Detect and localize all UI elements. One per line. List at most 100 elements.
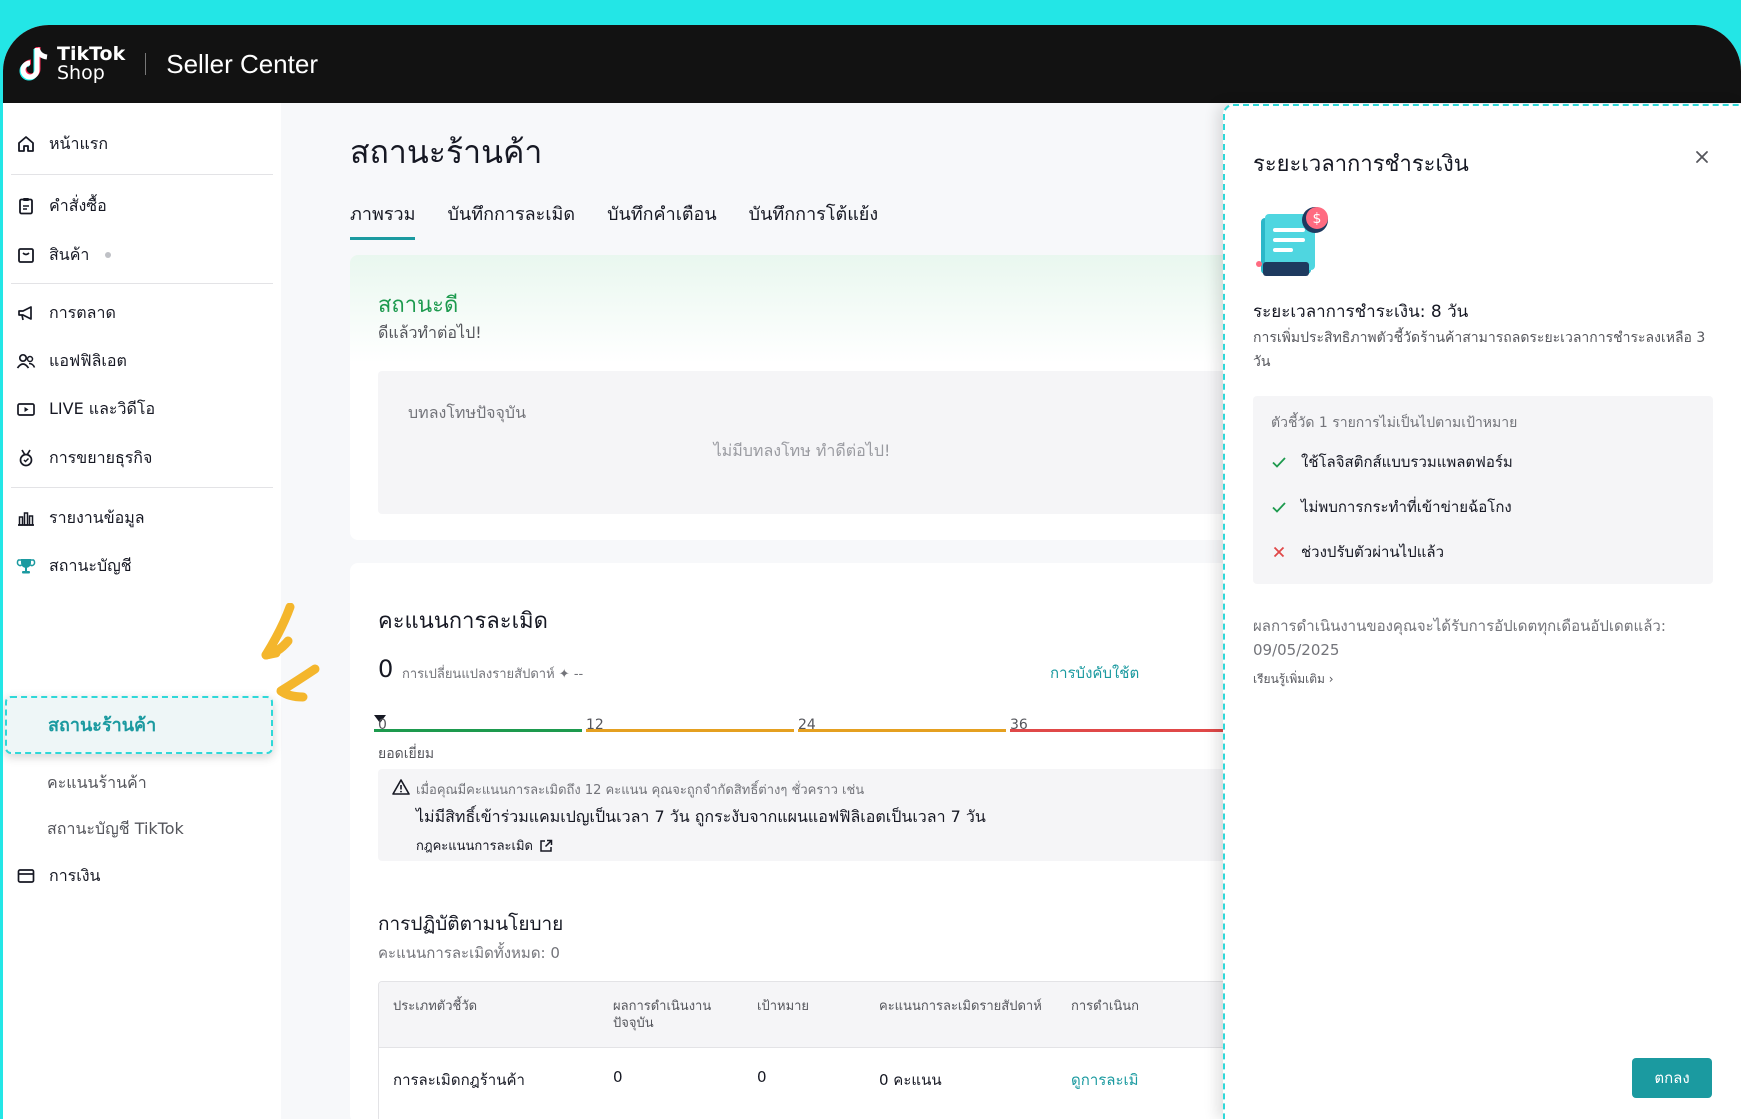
enforcement-link[interactable]: การบังคับใช้ต	[1050, 661, 1139, 685]
bar-chart-icon	[15, 507, 37, 529]
sidebar-item-label: สินค้า	[49, 244, 90, 264]
checklist-item-label: ใช้โลจิสติกส์แบบรวมแพลตฟอร์ม	[1301, 453, 1513, 471]
sidebar-divider	[11, 283, 273, 284]
penalty-empty-message: ไม่มีบทลงโทษ ทำดีต่อไป!	[713, 441, 891, 460]
wallet-icon	[15, 865, 37, 887]
sidebar-item-account-status[interactable]: สถานะบัญชี	[15, 551, 132, 581]
external-link-icon	[540, 839, 553, 852]
sidebar-divider	[11, 487, 273, 488]
status-subtitle: ดีแล้วทำต่อไป!	[378, 323, 482, 342]
learn-more-link[interactable]: เรียนรู้เพิ่มเติม ›	[1253, 670, 1334, 689]
sidebar-item-label: การตลาด	[49, 302, 116, 322]
tick-label: 36	[1010, 717, 1028, 733]
checklist-item: ใช้โลจิสติกส์แบบรวมแพลตฟอร์ม	[1271, 450, 1513, 474]
warning-penalty-text: ไม่มีสิทธิ์เข้าร่วมแคมเปญเป็นเวลา 7 วัน …	[416, 807, 986, 826]
trophy-icon	[15, 555, 37, 577]
sidebar-item-home[interactable]: หน้าแรก	[15, 129, 108, 159]
sidebar-item-orders[interactable]: คำสั่งซื้อ	[15, 191, 107, 221]
check-icon	[1272, 502, 1286, 513]
sidebar-item-label: สถานะบัญชี	[49, 555, 132, 575]
box-icon	[15, 244, 37, 266]
violation-warning-box: เมื่อคุณมีคะแนนการละเมิดถึง 12 คะแนน คุณ…	[378, 769, 1338, 861]
view-violations-link[interactable]: ดูการละเมิ	[1071, 1068, 1139, 1092]
tab-bar: ภาพรวม บันทึกการละเมิด บันทึกคำเตือน บัน…	[350, 199, 878, 240]
rules-link-label: กฎคะแนนการละเมิด	[416, 839, 533, 854]
close-icon[interactable]	[1691, 146, 1713, 168]
tick-label: 0	[378, 717, 387, 733]
logo-text-shop: Shop	[57, 62, 105, 84]
warning-text: เมื่อคุณมีคะแนนการละเมิดถึง 12 คะแนน คุณ…	[416, 783, 865, 798]
top-bar: TikTok Shop Seller Center	[3, 25, 1741, 103]
header-divider	[145, 53, 147, 75]
sidebar-item-live-video[interactable]: LIVE และวิดีโอ	[15, 394, 155, 424]
tiktok-shop-logo[interactable]: TikTok Shop	[17, 44, 125, 84]
column-header: คะแนนการละเมิดรายสัปดาห์	[879, 999, 1042, 1014]
violation-rules-link[interactable]: กฎคะแนนการละเมิด	[416, 835, 553, 856]
cell-weekly-score: 0 คะแนน	[879, 1071, 942, 1089]
status-label: สถานะดี	[378, 293, 459, 318]
penalty-title: บทลงโทษปัจจุบัน	[408, 403, 527, 422]
column-header: การดำเนินก	[1071, 999, 1139, 1014]
tick-label: 24	[798, 717, 816, 733]
sidebar-item-growth[interactable]: การขยายธุรกิจ	[15, 443, 152, 473]
tiktok-note-icon	[17, 44, 53, 84]
sidebar-divider	[11, 174, 273, 175]
sidebar-item-shop-status[interactable]: สถานะร้านค้า	[5, 696, 273, 754]
excellent-label: ยอดเยี่ยม	[378, 746, 435, 762]
sidebar-item-marketing[interactable]: การตลาด	[15, 298, 116, 328]
ok-button[interactable]: ตกลง	[1632, 1058, 1712, 1098]
column-header: ประเภทตัวชี้วัด	[393, 999, 478, 1014]
weekly-change-text: การเปลี่ยนแปลงรายสัปดาห์ ✦ --	[402, 667, 584, 682]
sidebar: หน้าแรก คำสั่งซื้อ สินค้า การตลาด แอฟฟิล…	[3, 103, 320, 1119]
cross-icon	[1273, 546, 1285, 558]
check-icon	[1272, 457, 1286, 468]
new-badge-dot	[105, 252, 112, 258]
cell-current: 0	[613, 1068, 623, 1086]
sidebar-item-affiliate[interactable]: แอฟฟิลิเอต	[15, 346, 127, 376]
sidebar-item-products[interactable]: สินค้า	[15, 240, 112, 270]
sidebar-item-shop-score[interactable]: คะแนนร้านค้า	[47, 771, 147, 796]
current-penalty-box: บทลงโทษปัจจุบัน ไม่มีบทลงโทษ ทำดีต่อไป!	[378, 371, 1338, 514]
cell-target: 0	[757, 1068, 767, 1086]
payment-period-description: การเพิ่มประสิทธิภาพตัวชี้วัดร้านค้าสามาร…	[1253, 330, 1706, 370]
home-icon	[15, 133, 37, 155]
sidebar-item-reports[interactable]: รายงานข้อมูล	[15, 503, 145, 533]
cell-metric-type: การละเมิดกฎร้านค้า	[393, 1071, 525, 1089]
payment-period-heading: ระยะเวลาการชำระเงิน: 8 วัน	[1253, 302, 1469, 322]
sidebar-item-label: สถานะร้านค้า	[48, 715, 157, 736]
checklist-item-label: ช่วงปรับตัวผ่านไปแล้ว	[1301, 543, 1445, 561]
violation-score-title: คะแนนการละเมิด	[378, 609, 548, 634]
checklist-item-label: ไม่พบการกระทำที่เข้าข่ายฉ้อโกง	[1301, 498, 1512, 516]
policy-compliance-title: การปฏิบัติตามนโยบาย	[378, 913, 564, 935]
video-icon	[15, 398, 37, 420]
users-icon	[15, 350, 37, 372]
violation-score-value: 0	[378, 655, 394, 683]
violation-score-bar	[374, 715, 1362, 732]
sidebar-item-label: คำสั่งซื้อ	[49, 195, 107, 215]
sidebar-item-label: แอฟฟิลิเอต	[49, 350, 127, 370]
tick-label: 12	[586, 717, 604, 733]
column-header: เป้าหมาย	[757, 999, 810, 1014]
column-header: ผลการดำเนินงาน ปัจจุบัน	[613, 999, 712, 1031]
sidebar-item-label: รายงานข้อมูล	[49, 507, 145, 527]
drawer-title: ระยะเวลาการชำระเงิน	[1253, 152, 1469, 177]
tab-violation-records[interactable]: บันทึกการละเมิด	[447, 199, 575, 240]
megaphone-icon	[15, 302, 37, 324]
medal-icon	[15, 447, 37, 469]
tab-warning-records[interactable]: บันทึกคำเตือน	[607, 199, 717, 240]
brand-title: Seller Center	[166, 48, 318, 79]
tab-overview[interactable]: ภาพรวม	[350, 199, 416, 240]
metrics-checklist-title: ตัวชี้วัด 1 รายการไม่เป็นไปตามเป้าหมาย	[1271, 415, 1518, 431]
tab-appeal-records[interactable]: บันทึกการโต้แย้ง	[749, 199, 878, 240]
svg-text:$: $	[1313, 211, 1322, 227]
sidebar-item-finance[interactable]: การเงิน	[15, 861, 100, 891]
page-title: สถานะร้านค้า	[350, 133, 543, 171]
sidebar-item-tiktok-account-status[interactable]: สถานะบัญชี TikTok	[47, 817, 184, 842]
sidebar-item-label: การเงิน	[49, 865, 101, 885]
update-notice: ผลการดำเนินงานของคุณจะได้รับการอัปเดตทุก…	[1253, 617, 1666, 659]
metrics-checklist-box: ตัวชี้วัด 1 รายการไม่เป็นไปตามเป้าหมาย ใ…	[1253, 396, 1713, 584]
sidebar-item-label: หน้าแรก	[49, 133, 109, 153]
table-header: ประเภทตัวชี้วัด ผลการดำเนินงาน ปัจจุบัน …	[379, 982, 1357, 1048]
invoice-payment-illustration-icon: $	[1256, 207, 1328, 276]
bar-segment-good	[374, 729, 582, 732]
